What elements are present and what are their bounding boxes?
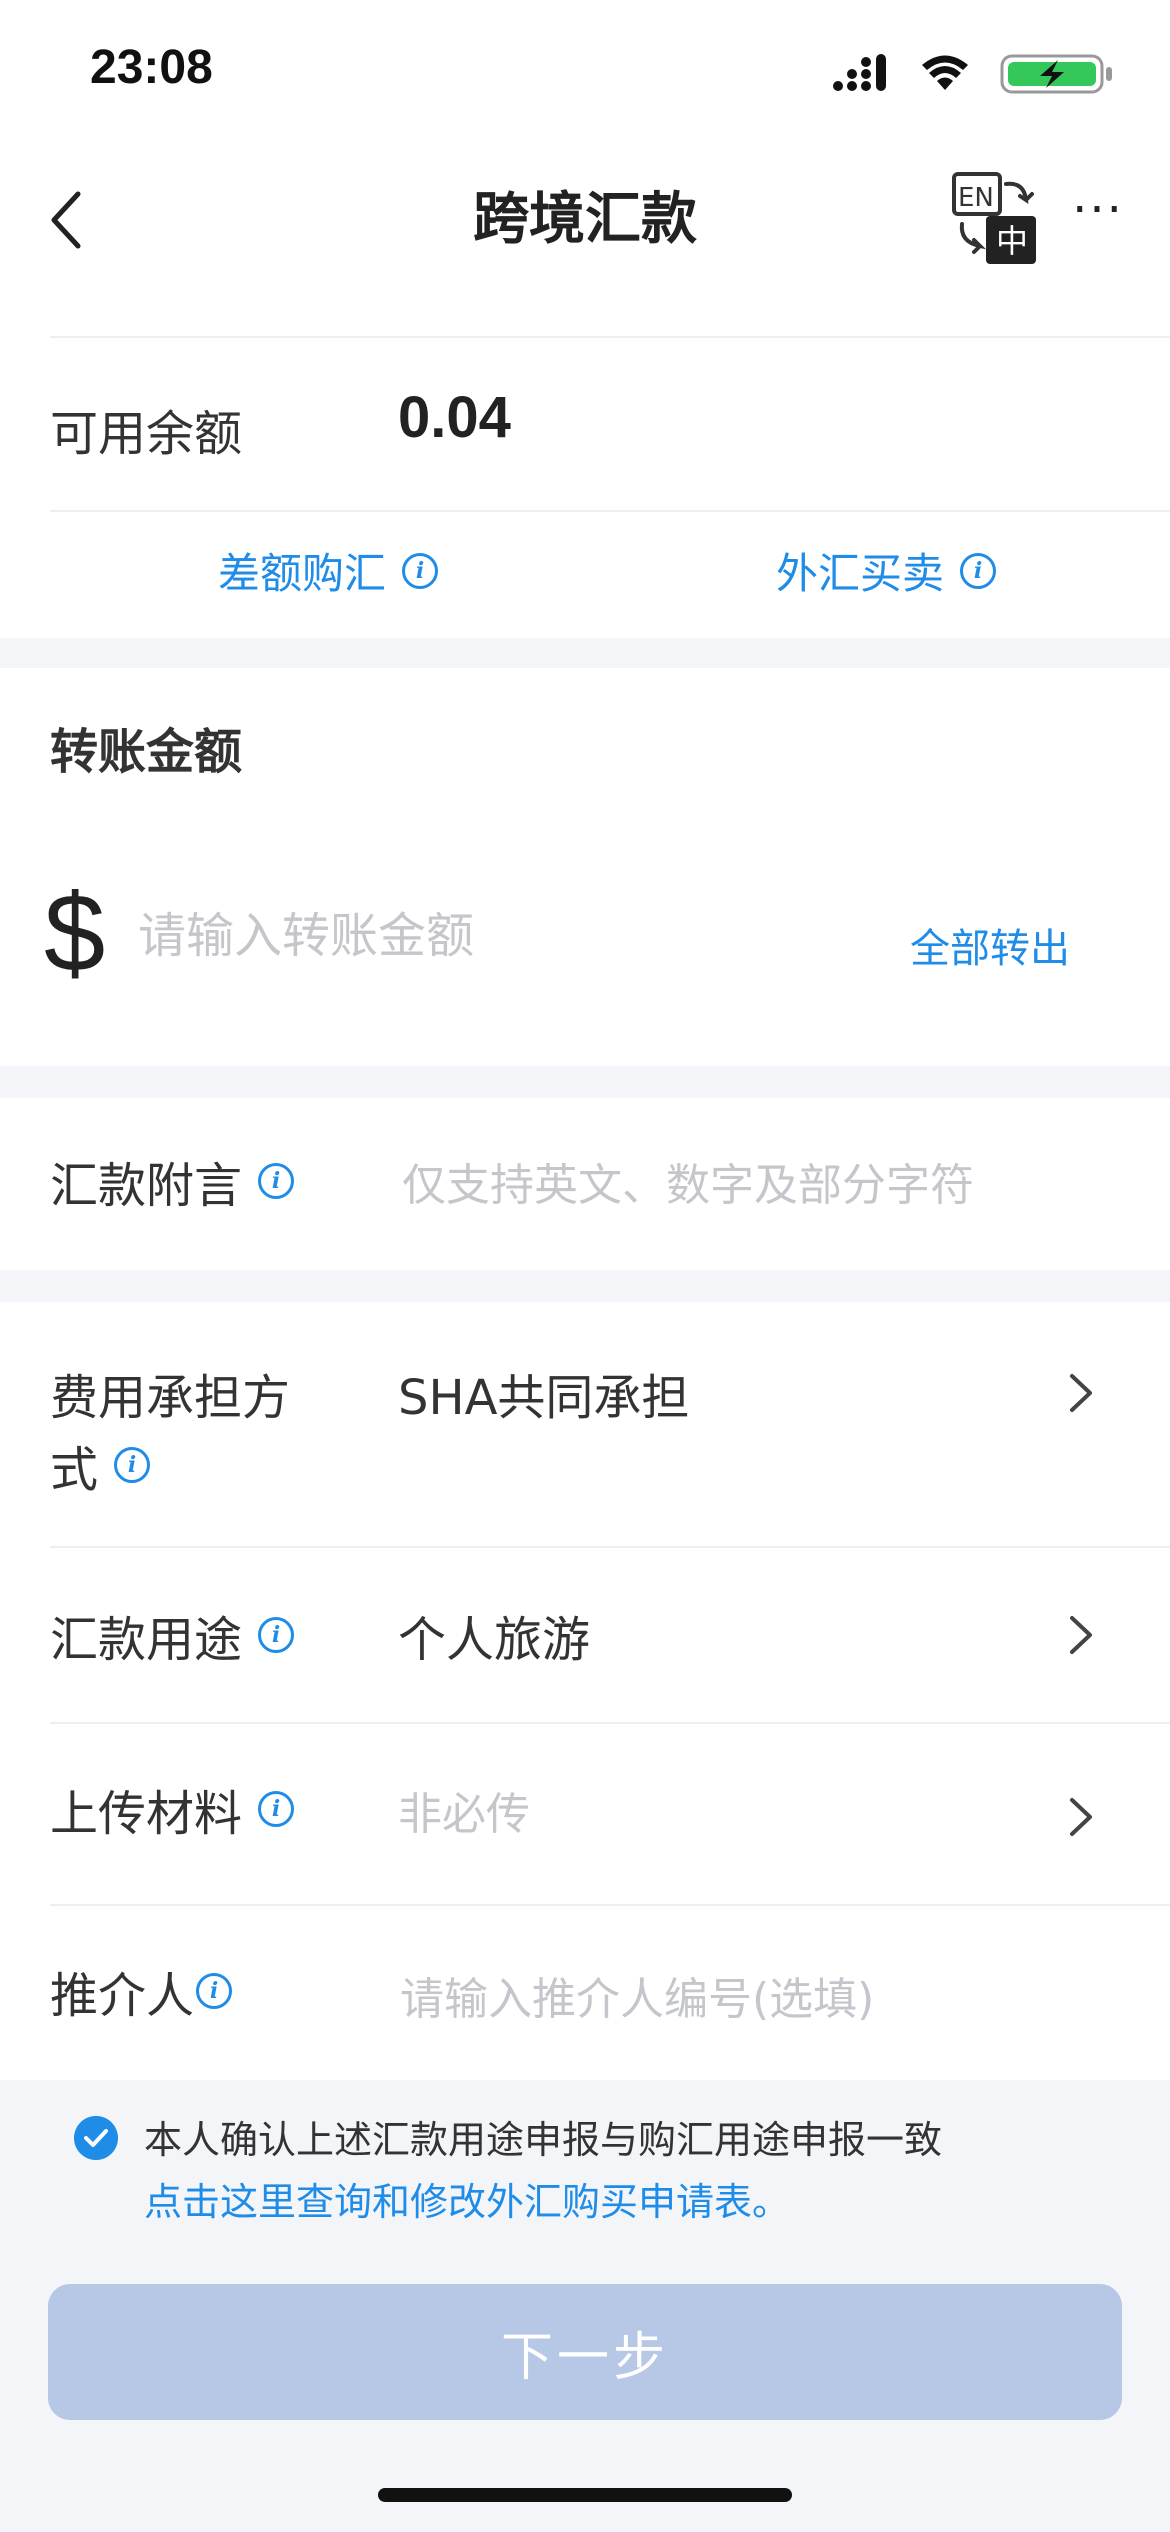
referrer-label: 推介人 — [50, 1968, 195, 2024]
upload-label-row: 上传材料 i — [50, 1774, 295, 1844]
signal-icon — [833, 54, 886, 91]
balance-label: 可用余额 — [50, 406, 243, 462]
forex-trading-label: 外汇买卖 — [776, 549, 945, 598]
battery-charging-icon — [1000, 54, 1112, 94]
chevron-right-icon — [1070, 1798, 1092, 1836]
transfer-amount-card: 转账金额 $ 全部转出 — [0, 668, 1170, 1066]
remark-input[interactable] — [400, 1150, 1140, 1220]
purpose-row[interactable]: 汇款用途 i 个人旅游 — [0, 1548, 1170, 1720]
transfer-amount-label: 转账金额 — [50, 724, 243, 780]
next-step-button[interactable]: 下一步 — [48, 2284, 1122, 2420]
upload-materials-row[interactable]: 上传材料 i 非必传 — [0, 1724, 1170, 1904]
purpose-label-row: 汇款用途 i — [50, 1600, 295, 1670]
referrer-label-row: 推介人 i — [50, 1956, 233, 2026]
divider — [50, 336, 1170, 338]
currency-sign: $ — [44, 872, 106, 995]
remark-label-row: 汇款附言 i — [50, 1146, 295, 1216]
fee-bearer-label-line1: 费用承担方 — [50, 1370, 291, 1426]
lang-icon-zh: 中 — [996, 222, 1028, 260]
info-icon[interactable]: i — [402, 552, 439, 589]
fee-bearer-value: SHA共同承担 — [398, 1370, 690, 1426]
purpose-label: 汇款用途 — [50, 1612, 243, 1668]
info-icon[interactable]: i — [258, 1791, 295, 1827]
fee-bearer-label-line2-row: 式 i — [50, 1430, 151, 1500]
lang-icon-en: EN — [958, 183, 994, 213]
referrer-row: 推介人 i — [0, 1906, 1170, 2080]
info-icon[interactable]: i — [196, 1973, 233, 2009]
info-icon[interactable]: i — [258, 1163, 295, 1199]
chevron-right-icon — [1070, 1374, 1092, 1412]
agreement-link[interactable]: 点击这里查询和修改外汇购买申请表。 — [144, 2172, 790, 2232]
transfer-amount-input[interactable] — [136, 896, 836, 976]
balance-card: 可用余额 0.04 差额购汇 i 外汇买卖 i — [0, 336, 1170, 638]
language-switch-icon[interactable]: EN 中 — [950, 170, 1040, 270]
status-time: 23:08 — [90, 41, 213, 94]
home-indicator — [378, 2488, 792, 2502]
referrer-input[interactable] — [398, 1964, 1138, 2034]
forex-trading-link[interactable]: 外汇买卖 i — [776, 540, 997, 601]
upload-label: 上传材料 — [50, 1786, 243, 1842]
info-icon[interactable]: i — [114, 1447, 151, 1483]
status-bar: 23:08 — [0, 0, 1170, 140]
agreement-checkbox[interactable] — [74, 2116, 118, 2160]
divider — [50, 510, 1170, 512]
purpose-value: 个人旅游 — [398, 1612, 591, 1668]
balance-purchase-link[interactable]: 差额购汇 i — [218, 540, 439, 601]
nav-bar: 跨境汇款 EN 中 ··· — [0, 140, 1170, 336]
fee-bearer-row[interactable]: 费用承担方 式 i SHA共同承担 — [0, 1302, 1170, 1546]
info-icon[interactable]: i — [960, 552, 997, 589]
upload-placeholder: 非必传 — [398, 1789, 530, 1840]
remittance-form: 费用承担方 式 i SHA共同承担 汇款用途 i 个人旅游 上传材料 i 非必传 — [0, 1302, 1170, 2080]
transfer-all-button[interactable]: 全部转出 — [910, 916, 1070, 974]
chevron-right-icon — [1070, 1616, 1092, 1654]
remark-card: 汇款附言 i — [0, 1098, 1170, 1270]
remark-label: 汇款附言 — [50, 1158, 243, 1214]
fee-bearer-label-line2: 式 — [50, 1442, 99, 1498]
balance-value: 0.04 — [398, 385, 511, 450]
wifi-icon — [922, 55, 968, 90]
info-icon[interactable]: i — [258, 1617, 295, 1653]
balance-purchase-label: 差额购汇 — [218, 549, 387, 598]
more-options-icon[interactable]: ··· — [1068, 180, 1128, 260]
agreement-text: 本人确认上述汇款用途申报与购汇用途申报一致 — [144, 2118, 943, 2162]
